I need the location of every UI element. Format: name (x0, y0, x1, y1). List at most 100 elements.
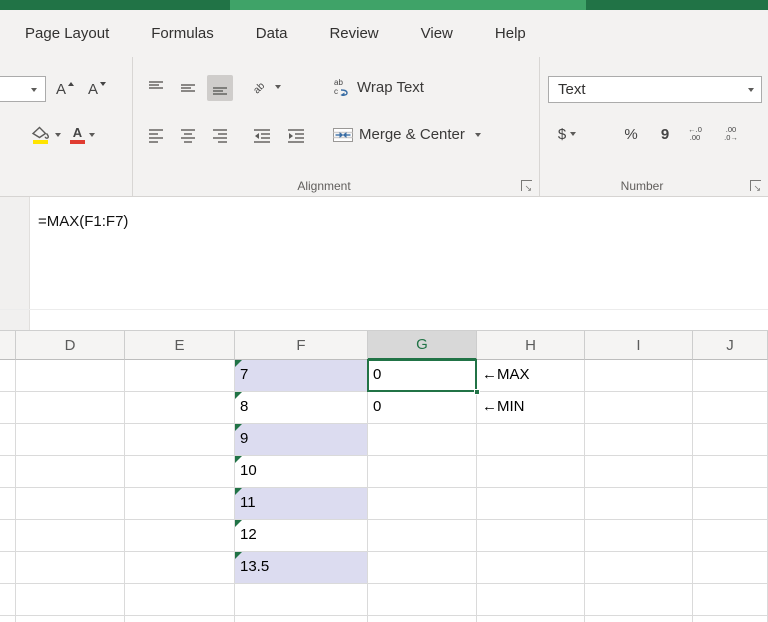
font-name-combo-edge[interactable] (0, 76, 46, 102)
cell-E5[interactable] (125, 488, 235, 520)
cell-D8[interactable] (16, 584, 125, 616)
cell-edge-6[interactable] (0, 520, 16, 552)
merge-center-button[interactable]: Merge & Center (333, 126, 481, 143)
cell-G8[interactable] (368, 584, 477, 616)
fill-handle[interactable] (474, 389, 480, 395)
tab-review[interactable]: Review (329, 25, 378, 42)
column-header-D[interactable]: D (16, 331, 125, 360)
cell-G4[interactable] (368, 456, 477, 488)
cell-F8[interactable] (235, 584, 368, 616)
align-center-button[interactable] (175, 123, 201, 149)
cell-edge-3[interactable] (0, 424, 16, 456)
cell-J8[interactable] (693, 584, 768, 616)
cell-F9[interactable] (235, 616, 368, 622)
column-header-H[interactable]: H (477, 331, 585, 360)
increase-indent-button[interactable] (283, 123, 309, 149)
cell-D5[interactable] (16, 488, 125, 520)
increase-font-size-button[interactable]: A (52, 76, 78, 102)
cell-J4[interactable] (693, 456, 768, 488)
cell-E6[interactable] (125, 520, 235, 552)
cell-J9[interactable] (693, 616, 768, 622)
column-header-J[interactable]: J (693, 331, 768, 360)
cell-J2[interactable] (693, 392, 768, 424)
cell-J7[interactable] (693, 552, 768, 584)
cell-I2[interactable] (585, 392, 693, 424)
cell-F6[interactable]: 12 (235, 520, 368, 552)
cell-F3[interactable]: 9 (235, 424, 368, 456)
cell-D7[interactable] (16, 552, 125, 584)
cell-J6[interactable] (693, 520, 768, 552)
cell-D4[interactable] (16, 456, 125, 488)
cell-G9[interactable] (368, 616, 477, 622)
cell-D1[interactable] (16, 360, 125, 392)
align-bottom-button[interactable] (207, 75, 233, 101)
align-top-button[interactable] (143, 75, 169, 101)
cell-J5[interactable] (693, 488, 768, 520)
cell-E2[interactable] (125, 392, 235, 424)
cell-H1[interactable]: ←MAX (477, 360, 585, 392)
comma-style-button[interactable]: 9 (652, 121, 678, 147)
cell-F4[interactable]: 10 (235, 456, 368, 488)
cell-F1[interactable]: 7 (235, 360, 368, 392)
tab-data[interactable]: Data (256, 25, 288, 42)
column-header-F[interactable]: F (235, 331, 368, 360)
cell-F2[interactable]: 8 (235, 392, 368, 424)
column-header-I[interactable]: I (585, 331, 693, 360)
cell-G1[interactable]: 0 (367, 359, 480, 395)
cell-F7[interactable]: 13.5 (235, 552, 368, 584)
cell-I6[interactable] (585, 520, 693, 552)
cell-H9[interactable] (477, 616, 585, 622)
cell-edge-4[interactable] (0, 456, 16, 488)
cell-H7[interactable] (477, 552, 585, 584)
formula-input[interactable]: =MAX(F1:F7) (38, 213, 128, 230)
cell-H2[interactable]: ←MIN (477, 392, 585, 424)
cell-D3[interactable] (16, 424, 125, 456)
cell-E9[interactable] (125, 616, 235, 622)
cell-edge-1[interactable] (0, 360, 16, 392)
cell-H3[interactable] (477, 424, 585, 456)
cell-D2[interactable] (16, 392, 125, 424)
column-header-edge[interactable] (0, 331, 16, 360)
increase-decimal-button[interactable]: ←.0 .00 (682, 121, 708, 147)
cell-edge-7[interactable] (0, 552, 16, 584)
cell-G7[interactable] (368, 552, 477, 584)
cell-G6[interactable] (368, 520, 477, 552)
cell-E3[interactable] (125, 424, 235, 456)
column-header-G[interactable]: G (368, 331, 477, 360)
cell-I8[interactable] (585, 584, 693, 616)
cell-E8[interactable] (125, 584, 235, 616)
cell-F5[interactable]: 11 (235, 488, 368, 520)
cell-G3[interactable] (368, 424, 477, 456)
cell-I4[interactable] (585, 456, 693, 488)
cell-J3[interactable] (693, 424, 768, 456)
number-format-select[interactable]: Text (548, 76, 762, 103)
cell-J1[interactable] (693, 360, 768, 392)
cell-I9[interactable] (585, 616, 693, 622)
decrease-decimal-button[interactable]: .00 .0→ (718, 121, 744, 147)
wrap-text-button[interactable]: ab c Wrap Text (333, 78, 424, 96)
cell-I5[interactable] (585, 488, 693, 520)
percent-style-button[interactable]: % (618, 121, 644, 147)
cell-H8[interactable] (477, 584, 585, 616)
cell-E4[interactable] (125, 456, 235, 488)
cell-I1[interactable] (585, 360, 693, 392)
decrease-font-size-button[interactable]: A (84, 76, 110, 102)
align-middle-button[interactable] (175, 75, 201, 101)
text-orientation-button[interactable]: ab (249, 74, 281, 100)
tab-formulas[interactable]: Formulas (151, 25, 214, 42)
cell-G2[interactable]: 0 (368, 392, 477, 424)
cell-H5[interactable] (477, 488, 585, 520)
tab-page-layout[interactable]: Page Layout (25, 25, 109, 42)
cell-edge-8[interactable] (0, 584, 16, 616)
column-header-E[interactable]: E (125, 331, 235, 360)
cell-edge-2[interactable] (0, 392, 16, 424)
cell-I3[interactable] (585, 424, 693, 456)
search-bar[interactable] (230, 0, 586, 10)
tab-help[interactable]: Help (495, 25, 526, 42)
cell-I7[interactable] (585, 552, 693, 584)
font-color-button[interactable]: A (70, 121, 95, 149)
cell-edge-5[interactable] (0, 488, 16, 520)
cell-H6[interactable] (477, 520, 585, 552)
cell-G5[interactable] (368, 488, 477, 520)
align-right-button[interactable] (207, 123, 233, 149)
